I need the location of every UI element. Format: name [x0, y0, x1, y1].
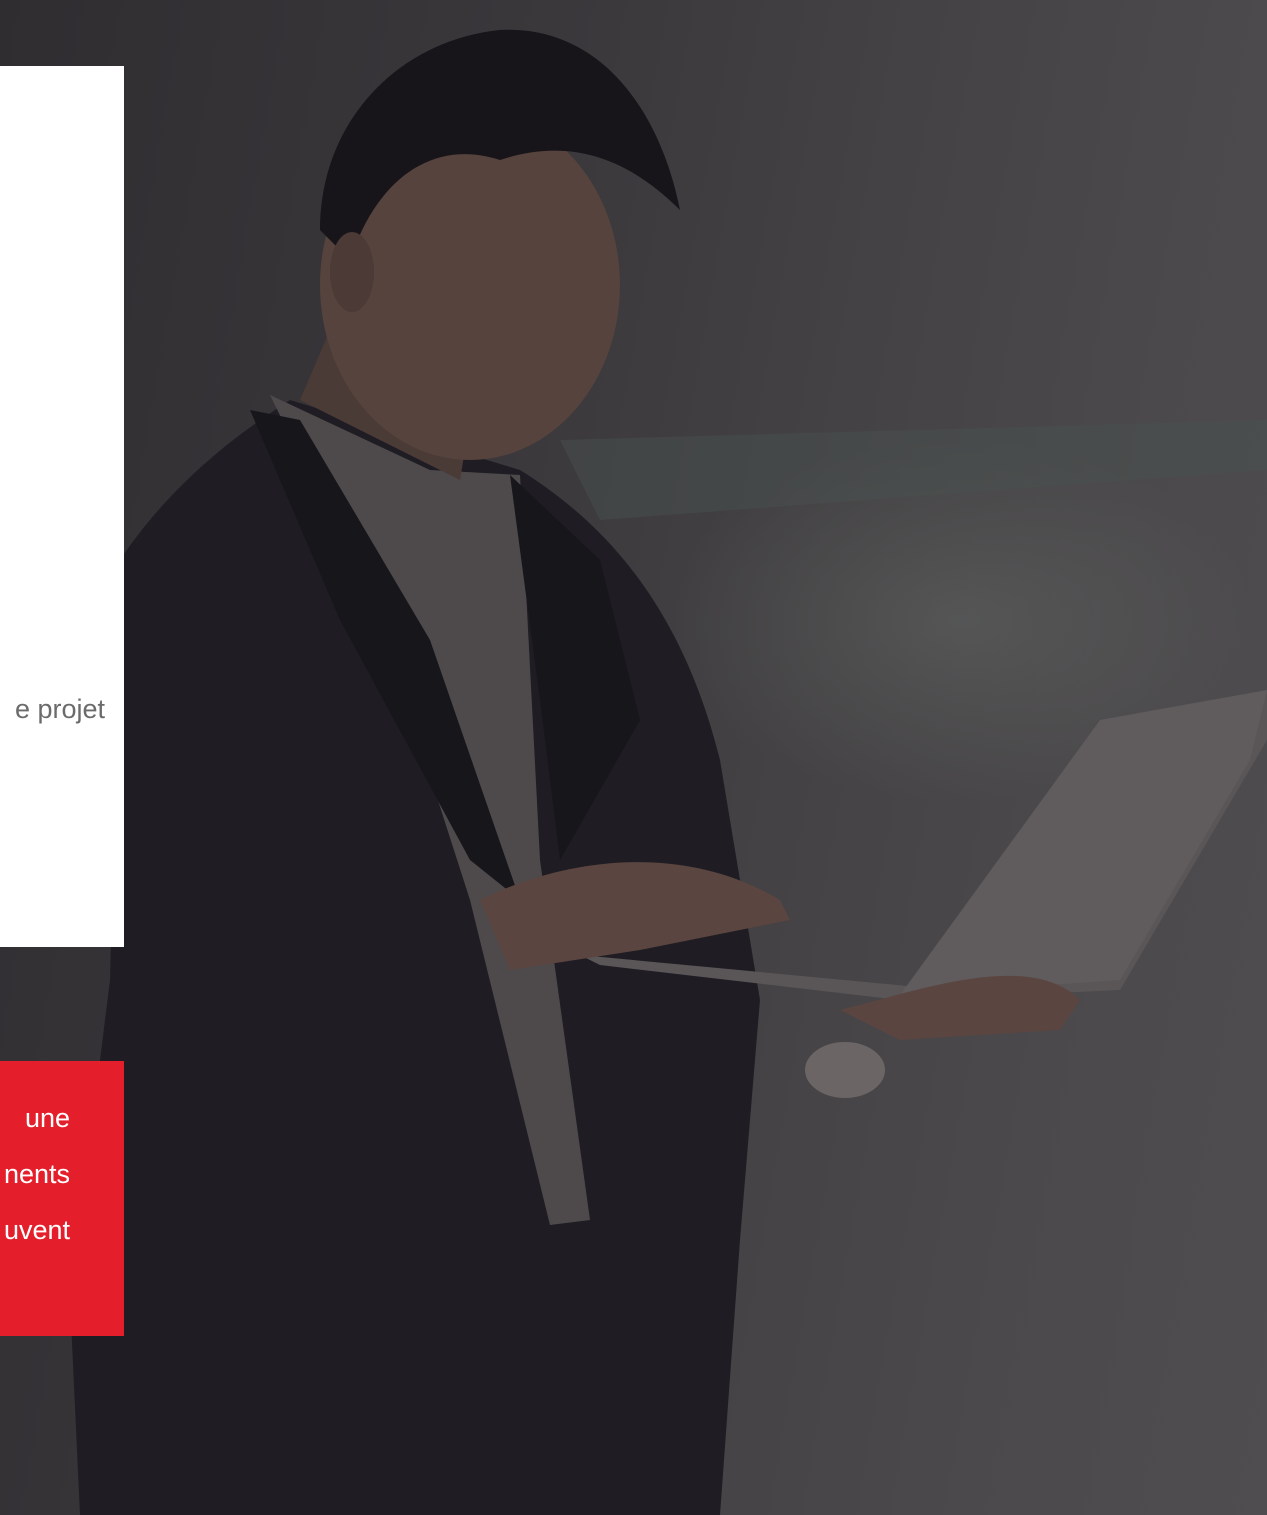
- highlight-line: uvent: [3, 1215, 70, 1245]
- content-card-white: e projet: [0, 66, 124, 947]
- highlight-card-red: une nents uvent: [0, 1061, 124, 1336]
- highlight-line: nents: [3, 1159, 70, 1189]
- businessman-illustration: [70, 29, 1267, 1515]
- highlight-line: une: [24, 1103, 70, 1133]
- hero-background-photo: [0, 0, 1267, 1515]
- highlight-text: une nents uvent: [4, 1090, 70, 1258]
- card-text-fragment: e projet: [14, 694, 105, 724]
